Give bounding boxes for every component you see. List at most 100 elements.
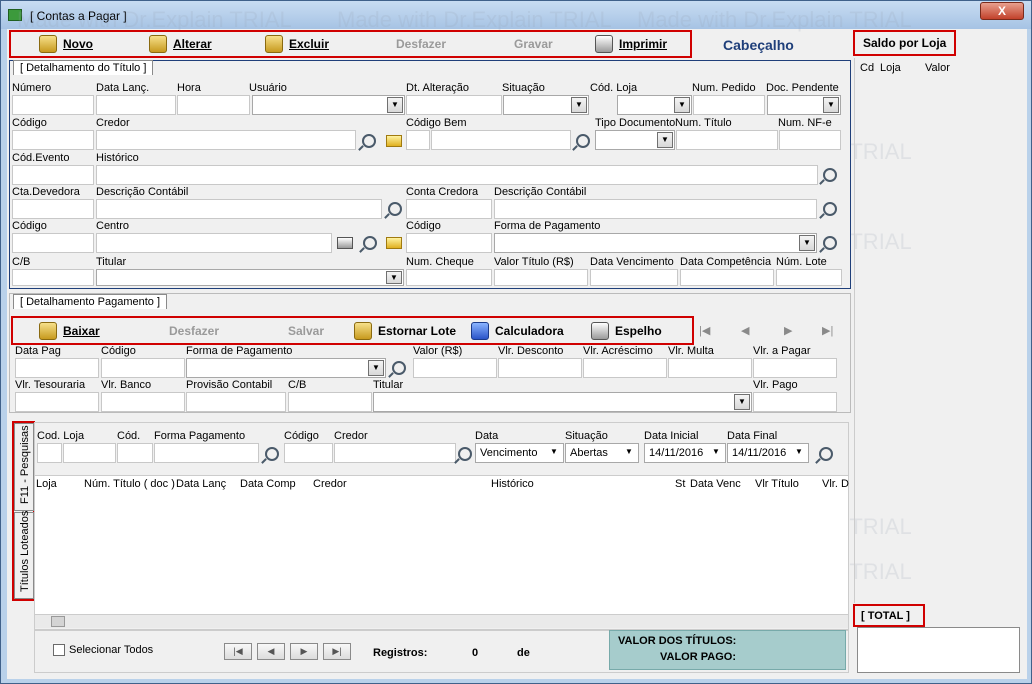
num-lote-field[interactable]	[776, 269, 842, 286]
pag-codigo-field[interactable]	[101, 358, 185, 378]
num-pedido-field[interactable]	[693, 95, 765, 115]
search-icon[interactable]	[823, 202, 837, 216]
cod-loja-select[interactable]: ▼	[617, 95, 692, 115]
salvar-button[interactable]: Salvar	[288, 320, 324, 342]
hora-field[interactable]	[177, 95, 250, 115]
estornar-lote-button[interactable]: Estornar Lote	[354, 320, 456, 342]
codigo-bem-field[interactable]	[406, 130, 430, 150]
vlr-banco-field[interactable]	[101, 392, 185, 412]
close-button[interactable]: X	[980, 2, 1024, 20]
pesq-cod-field[interactable]	[117, 443, 153, 463]
search-icon[interactable]	[819, 447, 833, 461]
prev-record-icon[interactable]: ◀	[741, 324, 749, 337]
vlr-acrescimo-field[interactable]	[583, 358, 667, 378]
credor-field[interactable]	[96, 130, 356, 150]
search-icon[interactable]	[388, 202, 402, 216]
pesq-data-select[interactable]: Vencimento ▼	[475, 443, 564, 463]
codigo-field[interactable]	[12, 130, 94, 150]
horizontal-scrollbar[interactable]	[35, 614, 848, 628]
results-grid[interactable]	[35, 475, 848, 628]
data-inicial-select[interactable]: 14/11/2016 ▼	[644, 443, 726, 463]
scroll-thumb[interactable]	[51, 616, 65, 627]
forma-pagamento-select[interactable]: ▼	[494, 233, 817, 253]
cod-evento-field[interactable]	[12, 165, 94, 185]
data-vencimento-field[interactable]	[590, 269, 678, 286]
espelho-button[interactable]: Espelho	[591, 320, 662, 342]
cb-field[interactable]	[12, 269, 94, 286]
codigo-bem-desc-field[interactable]	[431, 130, 571, 150]
provisao-field[interactable]	[186, 392, 286, 412]
num-cheque-field[interactable]	[406, 269, 492, 286]
data-pag-field[interactable]	[15, 358, 99, 378]
numero-field[interactable]	[12, 95, 94, 115]
vlr-multa-field[interactable]	[668, 358, 752, 378]
title-bar[interactable]: [ Contas a Pagar ] X	[1, 1, 1031, 29]
num-titulo-field[interactable]	[676, 130, 778, 150]
folder-icon[interactable]	[386, 135, 402, 147]
total-tab[interactable]: [ TOTAL ]	[861, 610, 910, 622]
novo-button[interactable]: Novo	[39, 33, 93, 55]
selecionar-todos-checkbox[interactable]	[53, 644, 65, 656]
pesq-cod-loja-field[interactable]	[37, 443, 62, 463]
alterar-button[interactable]: Alterar	[149, 33, 212, 55]
search-icon[interactable]	[363, 236, 377, 250]
cta-devedora-field[interactable]	[12, 199, 94, 219]
data-competencia-field[interactable]	[680, 269, 774, 286]
pesq-codigo-field[interactable]	[284, 443, 333, 463]
search-icon[interactable]	[362, 134, 376, 148]
saldo-tab[interactable]: Saldo por Loja	[863, 36, 946, 50]
baixar-button[interactable]: Baixar	[39, 320, 100, 342]
search-icon[interactable]	[265, 447, 279, 461]
desfazer-pag-button[interactable]: Desfazer	[169, 320, 219, 342]
pesq-forma-pagamento-field[interactable]	[154, 443, 259, 463]
next-record-icon[interactable]: ▶	[784, 324, 792, 337]
tipo-documento-select[interactable]: ▼	[595, 130, 675, 150]
vlr-pago-field[interactable]	[753, 392, 837, 412]
saldo-grid[interactable]: Cd Loja Valor	[854, 58, 995, 603]
usuario-select[interactable]: ▼	[252, 95, 405, 115]
imprimir-button[interactable]: Imprimir	[595, 33, 667, 55]
last-page-icon[interactable]: ▶|	[323, 643, 351, 660]
pesq-credor-field[interactable]	[334, 443, 456, 463]
pesq-loja-desc-field[interactable]	[63, 443, 116, 463]
search-icon[interactable]	[823, 236, 837, 250]
codigo2-field[interactable]	[12, 233, 94, 253]
excluir-button[interactable]: Excluir	[265, 33, 329, 55]
pagamento-tab[interactable]: [ Detalhamento Pagamento ]	[13, 294, 168, 309]
conta-credora-field[interactable]	[406, 199, 492, 219]
search-icon[interactable]	[458, 447, 472, 461]
vlr-a-pagar-field[interactable]	[753, 358, 837, 378]
doc-pendente-select[interactable]: ▼	[767, 95, 841, 115]
codigo3-field[interactable]	[406, 233, 492, 253]
valor-field[interactable]	[413, 358, 497, 378]
prev-page-icon[interactable]: ◀	[257, 643, 285, 660]
pag-cb-field[interactable]	[288, 392, 372, 412]
titular-select[interactable]: ▼	[96, 269, 404, 286]
folder-icon[interactable]	[386, 237, 402, 249]
last-record-icon[interactable]: ▶|	[822, 324, 833, 337]
pag-forma-pagamento-select[interactable]: ▼	[186, 358, 386, 378]
search-icon[interactable]	[576, 134, 590, 148]
tab-titulos-loteados[interactable]: Títulos Loteados	[14, 511, 34, 599]
situacao-select[interactable]: ▼	[503, 95, 589, 115]
search-icon[interactable]	[823, 168, 837, 182]
data-final-select[interactable]: 14/11/2016 ▼	[727, 443, 809, 463]
historico-field[interactable]	[96, 165, 818, 185]
tab-f11-pesquisas[interactable]: F11 - Pesquisas	[14, 423, 34, 511]
data-lanc-field[interactable]	[96, 95, 176, 115]
gravar-button[interactable]: Gravar	[514, 33, 553, 55]
centro-field[interactable]	[96, 233, 332, 253]
num-nfe-field[interactable]	[779, 130, 841, 150]
desc-contabil-field[interactable]	[96, 199, 382, 219]
desc-contabil2-field[interactable]	[494, 199, 817, 219]
vlr-desconto-field[interactable]	[498, 358, 582, 378]
titulo-tab[interactable]: [ Detalhamento do Título ]	[13, 60, 154, 75]
dt-alteracao-field[interactable]	[406, 95, 502, 115]
vlr-tesouraria-field[interactable]	[15, 392, 99, 412]
pag-titular-select[interactable]: ▼	[373, 392, 752, 412]
pesq-situacao-select[interactable]: Abertas ▼	[565, 443, 639, 463]
valor-titulo-field[interactable]	[494, 269, 588, 286]
printer-icon[interactable]	[337, 237, 353, 249]
desfazer-button[interactable]: Desfazer	[396, 33, 446, 55]
first-record-icon[interactable]: |◀	[699, 324, 710, 337]
